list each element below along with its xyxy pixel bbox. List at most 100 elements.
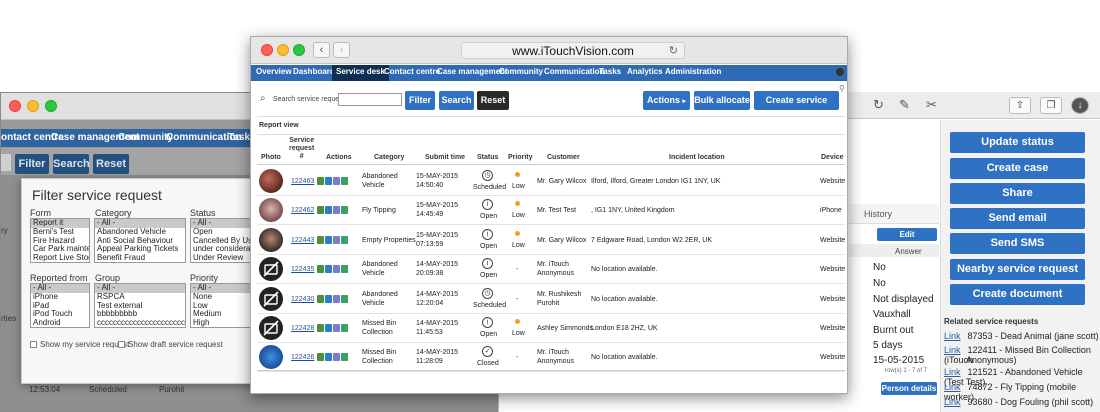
send-sms-button[interactable]: Send SMS bbox=[950, 233, 1085, 254]
left-nav-community[interactable]: Community bbox=[118, 132, 173, 143]
history-tab[interactable]: History bbox=[864, 209, 892, 219]
nav-tasks[interactable]: Tasks bbox=[599, 67, 621, 76]
annotate-icon[interactable]: ✎ bbox=[899, 97, 910, 113]
assign-icon[interactable] bbox=[341, 294, 348, 303]
actions-button[interactable]: Actions ▸ bbox=[643, 91, 690, 110]
table-row[interactable]: 122428 Missed Bin Collection 14-MAY-2015 11:… bbox=[257, 314, 845, 343]
tabs-icon[interactable]: ❐ bbox=[1040, 97, 1062, 114]
comment-icon[interactable] bbox=[333, 177, 340, 185]
service-request-id-link[interactable]: 122443 bbox=[291, 237, 314, 245]
assign-icon[interactable] bbox=[341, 206, 348, 215]
reported-from-listbox[interactable]: - All -iPhoneiPadiPod TouchAndroidBlackB… bbox=[30, 283, 90, 328]
create-service-request-button[interactable]: Create service request bbox=[754, 91, 839, 124]
nav-communication[interactable]: Communication bbox=[544, 67, 604, 76]
edit-icon[interactable] bbox=[317, 177, 324, 185]
service-request-id-link[interactable]: 122463 bbox=[291, 178, 314, 186]
close-icon[interactable] bbox=[261, 44, 273, 56]
map-icon[interactable] bbox=[325, 177, 332, 185]
search-button[interactable]: Search bbox=[439, 91, 474, 110]
assign-icon[interactable] bbox=[341, 235, 348, 244]
service-request-id-link[interactable]: 122435 bbox=[291, 266, 314, 274]
nav-service-desk[interactable]: Service desk bbox=[332, 65, 389, 81]
comment-icon[interactable] bbox=[333, 324, 340, 332]
left-search-input[interactable] bbox=[1, 154, 11, 171]
form-listbox[interactable]: Report it Berni's Test Fire Hazard Car Park… bbox=[30, 218, 90, 263]
assign-icon[interactable] bbox=[341, 324, 348, 332]
zoom-icon[interactable] bbox=[293, 44, 305, 56]
comment-icon[interactable] bbox=[333, 206, 340, 215]
reset-button[interactable]: Reset bbox=[477, 91, 509, 110]
reload-icon[interactable]: ↻ bbox=[873, 97, 884, 113]
nav-overview[interactable]: Overview bbox=[256, 67, 292, 76]
create-document-button[interactable]: Create document bbox=[950, 284, 1085, 305]
map-icon[interactable] bbox=[325, 235, 332, 244]
related-item[interactable]: Link 87353 - Dead Animal (jane scott) bbox=[944, 331, 1099, 341]
share-icon[interactable]: ⇧ bbox=[1009, 97, 1031, 114]
group-listbox[interactable]: - All - RSPCA Test external bbbbbbbbb cccccc… bbox=[94, 283, 186, 328]
category-listbox[interactable]: - All - Abandoned Vehicle Anti Social Beha… bbox=[94, 218, 186, 263]
map-icon[interactable] bbox=[325, 353, 332, 362]
map-icon[interactable] bbox=[325, 294, 332, 303]
map-icon[interactable] bbox=[325, 324, 332, 332]
zoom-icon[interactable] bbox=[45, 100, 57, 112]
address-bar[interactable]: www.iTouchVision.com ↻ bbox=[461, 42, 685, 59]
minimize-icon[interactable] bbox=[27, 100, 39, 112]
comment-icon[interactable] bbox=[333, 265, 340, 274]
nav-analytics[interactable]: Analytics bbox=[627, 67, 663, 76]
nav-case-management[interactable]: Case management bbox=[437, 67, 508, 76]
nav-contact-centre[interactable]: Contact centre bbox=[384, 67, 440, 76]
edit-icon[interactable] bbox=[317, 324, 324, 332]
edit-icon[interactable] bbox=[317, 353, 324, 362]
minimize-icon[interactable] bbox=[277, 44, 289, 56]
reload-icon[interactable]: ↻ bbox=[669, 43, 678, 59]
map-icon[interactable] bbox=[325, 206, 332, 215]
assign-icon[interactable] bbox=[341, 177, 348, 185]
service-request-id-link[interactable]: 122430 bbox=[291, 296, 314, 304]
priority-listbox[interactable]: - All -NoneLowMediumHighCritical bbox=[190, 283, 256, 328]
search-input[interactable] bbox=[338, 93, 402, 106]
edit-icon[interactable] bbox=[317, 206, 324, 215]
map-icon[interactable] bbox=[325, 265, 332, 274]
table-row[interactable]: 122435 Abandoned Vehicle 14-MAY-2015 20:09:3… bbox=[257, 255, 845, 285]
left-search-button[interactable]: Search bbox=[53, 154, 90, 174]
nav-community[interactable]: Community bbox=[499, 67, 543, 76]
related-item[interactable]: Link 93680 - Dog Fouling (phil scott) bbox=[944, 397, 1093, 407]
table-row[interactable]: 122443 Empty Properties 15-MAY-2015 07:13:5… bbox=[257, 226, 845, 255]
comment-icon[interactable] bbox=[333, 294, 340, 303]
service-request-id-link[interactable]: 122426 bbox=[291, 354, 314, 362]
table-row[interactable]: 122463 Abandoned Vehicle 15-MAY-2015 14:50:4… bbox=[257, 167, 845, 196]
nav-administration[interactable]: Administration bbox=[665, 67, 721, 76]
forward-icon[interactable]: › bbox=[333, 42, 350, 58]
close-icon[interactable] bbox=[9, 100, 21, 112]
send-email-button[interactable]: Send email bbox=[950, 208, 1085, 229]
scissors-icon[interactable]: ✂ bbox=[926, 97, 937, 113]
status-listbox[interactable]: - All - Open Cancelled By User under consid… bbox=[190, 218, 256, 263]
table-row[interactable]: 122462 Fly Tipping 15-MAY-2015 14:45:49 i Ope… bbox=[257, 196, 845, 226]
table-row[interactable]: 122426 Missed Bin Collection 14-MAY-2015 11:… bbox=[257, 343, 845, 373]
back-icon[interactable]: ‹ bbox=[313, 42, 330, 58]
edit-icon[interactable] bbox=[317, 265, 324, 274]
edit-information-button[interactable]: Edit information bbox=[877, 228, 937, 252]
nearby-service-request-button[interactable]: Nearby service request bbox=[950, 259, 1085, 280]
create-case-button[interactable]: Create case bbox=[950, 158, 1085, 179]
service-request-id-link[interactable]: 122428 bbox=[291, 325, 314, 333]
edit-icon[interactable] bbox=[317, 235, 324, 244]
service-request-id-link[interactable]: 122462 bbox=[291, 207, 314, 215]
table-row[interactable]: 122430 Abandoned Vehicle 14-MAY-2015 12:20:0… bbox=[257, 285, 845, 314]
download-icon[interactable]: ↓ bbox=[1071, 97, 1089, 114]
left-filter-button[interactable]: Filter bbox=[15, 154, 49, 174]
person-details-button[interactable]: Person details bbox=[881, 382, 937, 395]
left-reset-button[interactable]: Reset bbox=[93, 154, 129, 174]
filter-button[interactable]: Filter bbox=[405, 91, 435, 110]
nav-dashboard[interactable]: Dashboard bbox=[293, 67, 335, 76]
assign-icon[interactable] bbox=[341, 353, 348, 362]
show-draft-checkbox[interactable]: Show draft service request bbox=[118, 340, 223, 349]
comment-icon[interactable] bbox=[333, 235, 340, 244]
comment-icon[interactable] bbox=[333, 353, 340, 362]
assign-icon[interactable] bbox=[341, 265, 348, 274]
update-status-button[interactable]: Update status bbox=[950, 132, 1085, 153]
edit-icon[interactable] bbox=[317, 294, 324, 303]
share-button[interactable]: Share bbox=[950, 183, 1085, 204]
settings-icon[interactable] bbox=[836, 68, 844, 76]
bulk-allocate-button[interactable]: Bulk allocate bbox=[694, 91, 750, 110]
